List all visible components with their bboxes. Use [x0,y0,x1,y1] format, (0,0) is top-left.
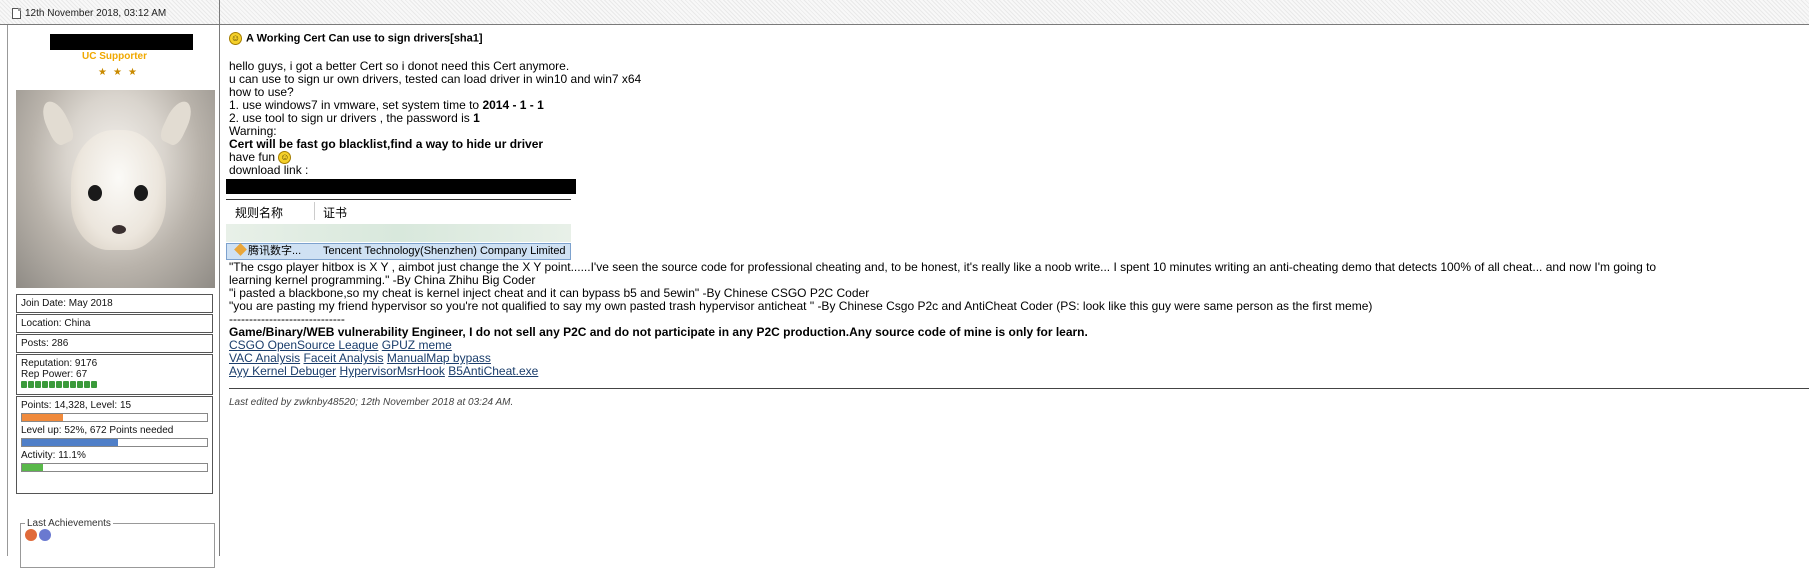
user-avatar[interactable] [16,90,215,288]
level-box: Points: 14,328, Level: 15 Level up: 52%,… [16,396,213,494]
location-box: Location: China [16,314,213,333]
reputation-dots [21,380,208,391]
post-header: 12th November 2018, 03:12 AM [0,0,1809,25]
redacted-download-link [226,179,576,195]
system-time-value: 2014 - 1 - 1 [482,98,544,112]
post-divider [229,388,1809,389]
signature-links-row: Ayy Kernel Debuger HypervisorMsrHook B5A… [229,365,1809,378]
avatar-nose [112,225,126,234]
user-title: UC Supporter [82,51,147,62]
post-line: have fun ☺ [229,150,292,165]
join-date-box: Join Date: May 2018 [16,294,213,313]
cert-col-header-name: 规则名称 [235,206,284,221]
link-hypervisor-msr-hook[interactable]: HypervisorMsrHook [340,364,445,378]
post-line: u can use to sign ur own drivers, tested… [229,72,642,86]
avatar-ear-right [157,97,197,148]
reputation-value: Reputation: 9176 [21,358,98,369]
post-title: A Working Cert Can use to sign drivers[s… [246,32,483,45]
location: Location: China [21,318,91,329]
rep-power-value: Rep Power: 67 [21,369,88,380]
posts-box: Posts: 286 [16,334,213,353]
warning-text: Cert will be fast go blacklist,find a wa… [229,137,544,151]
activity-label: Activity: 11.1% [21,450,86,461]
post-body: hello guys, i got a better Cert so i don… [226,60,1809,378]
smiley-icon: ☺ [229,32,242,45]
reputation-box: Reputation: 9176 Rep Power: 67 [16,354,213,395]
cert-blurred-row [226,224,571,243]
achievement-badge-icon[interactable] [39,529,51,541]
cert-selected-row: 腾讯数字... Tencent Technology(Shenzhen) Com… [226,243,571,261]
rank-star-icon: ★ [112,67,122,78]
link-vac-analysis[interactable]: VAC Analysis [229,351,300,365]
rank-star-icon: ★ [127,67,137,78]
cert-row-name: 腾讯数字... [248,245,302,258]
pencil-icon [234,243,247,257]
post-content-area: ☺ A Working Cert Can use to sign drivers[… [221,25,1809,556]
link-manualmap-bypass[interactable]: ManualMap bypass [387,351,491,365]
link-faceit-analysis[interactable]: Faceit Analysis [303,351,383,365]
level-up-label: Level up: 52%, 672 Points needed [21,425,174,436]
points-label: Points: 14,328, Level: 15 [21,400,132,411]
achievements-legend: Last Achievements [27,518,111,529]
user-info-panel: UC Supporter ★ ★ ★ Join Date: May 2018 Loc… [7,25,220,568]
avatar-ear-left [37,97,77,148]
user-rank-stars: ★ ★ ★ [98,66,143,78]
post-date-cell: 12th November 2018, 03:12 AM [0,0,220,24]
achievement-user-icon[interactable] [25,529,37,541]
link-gpuz-meme[interactable]: GPUZ meme [382,338,452,352]
post-date: 12th November 2018, 03:12 AM [25,8,167,19]
user-info-column: UC Supporter ★ ★ ★ Join Date: May 2018 Loc… [0,25,220,568]
cert-row-cert: Tencent Technology(Shenzhen) Company Lim… [323,245,566,258]
link-b5-anticheat[interactable]: B5AntiCheat.exe [448,364,538,378]
signature-quote: "you are pasting my friend hypervisor so… [229,299,1373,314]
join-date: Join Date: May 2018 [21,298,113,309]
post-count: Posts: 286 [21,338,69,349]
signature-bold-line: Game/Binary/WEB vulnerability Engineer, … [229,325,1088,340]
redacted-username [50,34,193,50]
post-document-icon [12,8,21,19]
post-line: download link : [229,163,309,178]
achievements-box: Last Achievements [20,518,215,568]
password-value: 1 [473,111,480,125]
last-edited-note: Last edited by zwknby48520; 12th Novembe… [229,397,514,408]
rank-star-icon: ★ [98,67,107,78]
avatar-eye-right [134,185,148,201]
level-up-bar [21,438,208,447]
avatar-eye-left [88,185,102,201]
cert-col-header-cert: 证书 [323,206,348,221]
link-csgo-opensource-league[interactable]: CSGO OpenSource League [229,338,378,352]
link-ayy-kernel-debuger[interactable]: Ayy Kernel Debuger [229,364,336,378]
certificate-screenshot: 规则名称 证书 腾讯数字... Tencent Technology(Shenz… [226,199,571,262]
post-title-row: ☺ A Working Cert Can use to sign drivers[… [229,32,483,45]
activity-bar [21,463,208,472]
points-bar [21,413,208,422]
post-line: 2. use tool to sign ur drivers , the pas… [229,111,480,125]
